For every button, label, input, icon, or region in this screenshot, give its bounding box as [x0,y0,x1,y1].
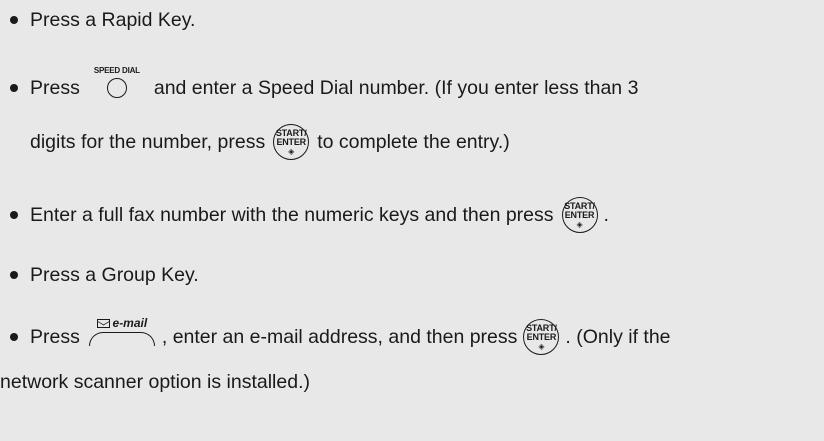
start-key-line2: ENTER [526,331,557,342]
list-item-speed-dial-continued: digits for the number, press START/ ENTE… [0,122,510,162]
speed-dial-key-icon: SPEED DIAL [86,66,148,98]
start-symbol-icon: ◈ [288,146,295,156]
bullet [10,333,18,341]
start-symbol-icon: ◈ [538,341,545,351]
item-text-cont: network scanner option is installed.) [0,370,310,393]
item-text-cont-before: digits for the number, press [30,130,266,153]
list-item-email: Press e-mail , enter an e-mail address, … [0,315,671,357]
start-symbol-icon: ◈ [576,219,583,229]
item-text: Press a Group Key. [30,263,199,286]
email-key-icon: e-mail [86,315,158,346]
key-pad-shape [88,331,155,346]
start-key-line2: ENTER [276,136,306,147]
list-item-speed-dial: Press SPEED DIAL and enter a Speed Dial … [0,66,639,108]
envelope-icon [96,318,110,328]
item-text-cont-after: to complete the entry.) [317,130,510,153]
item-text-before: Press [30,76,80,99]
email-key-label: e-mail [112,315,148,330]
list-item-email-continued: network scanner option is installed.) [0,362,310,402]
item-text-middle: , enter an e-mail address, and then pres… [161,325,518,348]
bullet [10,211,18,219]
bullet [10,271,18,279]
start-key-line2: ENTER [564,209,595,220]
list-item-full-fax: Enter a full fax number with the numeric… [0,195,609,235]
bullet [10,16,18,24]
item-text-after: . [603,203,609,226]
start-enter-key-icon: START/ ENTER ◈ [523,319,560,355]
item-text-before: Enter a full fax number with the numeric… [30,203,554,226]
email-key-top: e-mail [96,315,148,330]
speed-dial-key-label: SPEED DIAL [93,66,140,75]
list-item-group-key: Press a Group Key. [0,255,199,295]
item-text-before: Press [30,325,80,348]
instruction-list: Press a Rapid Key. Press SPEED DIAL and … [0,0,824,441]
item-text-after: . (Only if the [565,325,671,348]
item-text: Press a Rapid Key. [30,8,196,31]
bullet [10,84,18,92]
list-item-rapid-key: Press a Rapid Key. [0,0,195,40]
start-enter-key-icon: START/ ENTER ◈ [273,124,310,160]
start-enter-key-icon: START/ ENTER ◈ [561,197,598,233]
round-key-icon [106,78,127,98]
item-text-after: and enter a Speed Dial number. (If you e… [153,76,639,99]
